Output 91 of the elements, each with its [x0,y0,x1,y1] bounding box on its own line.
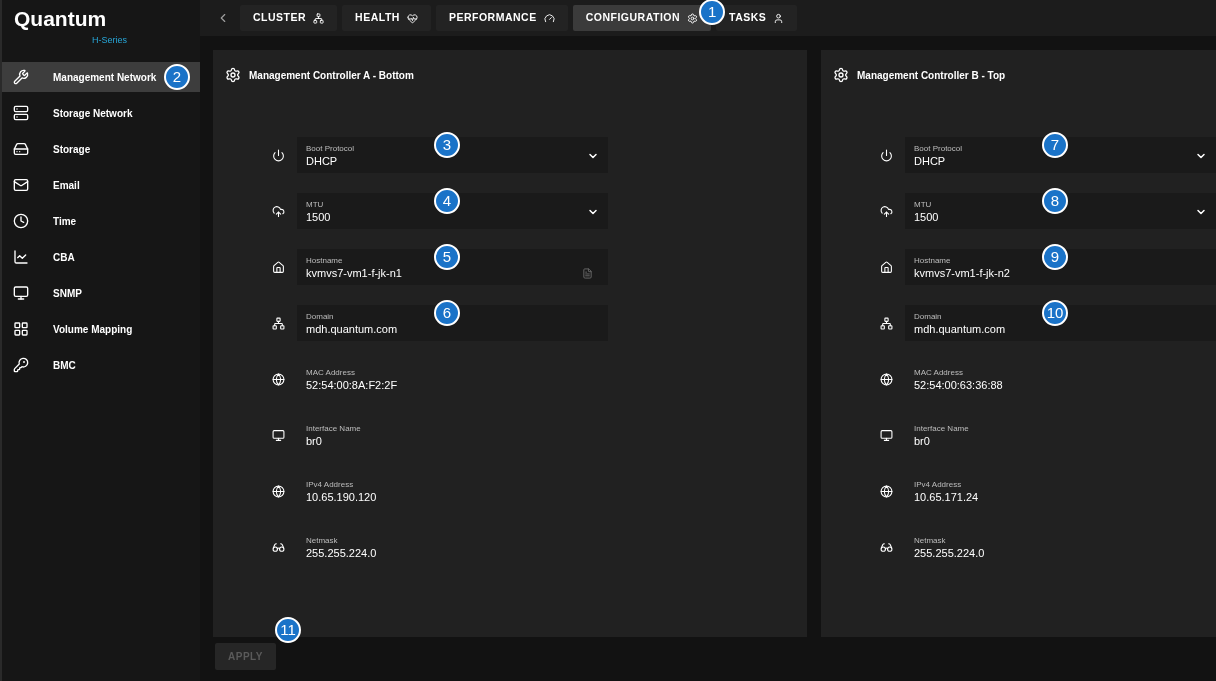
server-icon [13,105,29,121]
callout-marker: 6 [434,300,460,326]
nav-tab[interactable]: HEALTH [342,5,431,31]
callout-marker: 7 [1042,132,1068,158]
field-value: DHCP [306,154,339,168]
sidebar-item[interactable]: CBA [2,242,200,272]
panel-title: Management Controller B - Top [857,68,1006,83]
field-value: kvmvs7-vm1-f-jk-n2 [914,266,1010,280]
gears-icon [225,67,241,83]
sidebar-item[interactable]: SNMP [2,278,200,308]
field-value: mdh.quantum.com [306,322,398,336]
grid-icon [13,321,29,337]
key-icon [13,357,29,373]
line-chart-icon [13,249,29,265]
cloud-upload-icon [271,204,285,218]
field-value: 1500 [914,210,939,224]
field-label: Interface Name [306,424,362,434]
callout-marker: 3 [434,132,460,158]
wrench-icon [13,69,29,85]
callout-marker: 9 [1042,244,1068,270]
field-value: br0 [306,434,323,448]
field-label: Boot Protocol [914,144,963,154]
field-label: IPv4 Address [914,480,963,490]
logo-wordmark: Quantum [14,8,108,30]
logo-subtitle: H-Series [92,34,128,47]
document-icon[interactable] [582,268,593,279]
callout-marker: 8 [1042,188,1068,214]
monitor-icon [879,428,893,442]
sidebar-item[interactable]: Time [2,206,200,236]
network-icon [271,316,285,330]
field-value: 10.65.190.120 [306,490,378,504]
globe-icon [271,484,285,498]
field-value: br0 [914,434,931,448]
mail-icon [13,177,29,193]
nav-tab[interactable]: CLUSTER [240,5,338,31]
field-value: mdh.quantum.com [914,322,1006,336]
field-value: 255.255.224.0 [306,546,378,560]
field-value: kvmvs7-vm1-f-jk-n1 [306,266,402,280]
globe-icon [879,484,893,498]
field-label: Interface Name [914,424,970,434]
field-label: MAC Address [306,368,356,378]
field-label: Boot Protocol [306,144,355,154]
field-value: 52:54:00:8A:F2:2F [306,378,399,392]
field-label: Hostname [914,256,952,266]
field-label: Netmask [914,536,947,546]
power-icon [879,148,893,162]
home-icon [271,260,285,274]
callout-marker: 10 [1042,300,1068,326]
home-icon [879,260,893,274]
nav-tab[interactable]: TASKS [716,5,798,31]
gears-icon [833,67,849,83]
network-icon [313,12,325,24]
globe-icon [879,372,893,386]
heart-icon [406,12,418,24]
field-value: DHCP [914,154,947,168]
field-label: MAC Address [914,368,964,378]
sidebar-item[interactable]: Storage Network [2,98,200,128]
field-label: Hostname [306,256,344,266]
nav-tab[interactable]: PERFORMANCE [435,5,568,31]
field-value: 255.255.224.0 [914,546,986,560]
network-icon [879,316,893,330]
callout-marker: 1 [699,0,726,25]
field-label: MTU [306,200,325,210]
drive-icon [13,141,29,157]
monitor-icon [13,285,29,301]
field-value: 10.65.171.24 [914,490,980,504]
field-value: 52:54:00:63:36:88 [914,378,1004,392]
field-label: Netmask [306,536,339,546]
field-label: Domain [306,312,335,322]
gauge-icon [543,12,555,24]
sidebar-item[interactable]: Management Network 2 [2,62,200,92]
field-label: MTU [914,200,933,210]
clock-icon [13,213,29,229]
power-icon [271,148,285,162]
sidebar-item[interactable]: Storage [2,134,200,164]
field-label: Domain [914,312,943,322]
sidebar-item[interactable]: Volume Mapping [2,314,200,344]
field-value: 1500 [306,210,331,224]
callout-marker: 4 [434,188,460,214]
monitor-icon [271,428,285,442]
globe-icon [271,372,285,386]
callout-marker: 5 [434,244,460,270]
field-label: IPv4 Address [306,480,355,490]
sidebar-item[interactable]: BMC [2,350,200,380]
cloud-upload-icon [879,204,893,218]
callout-marker: 2 [164,64,190,90]
person-icon [773,12,785,24]
gear-icon [687,12,699,24]
callout-marker: 11 [275,617,301,643]
panel-title: Management Controller A - Bottom [249,68,414,83]
sidebar-item[interactable]: Email [2,170,200,200]
